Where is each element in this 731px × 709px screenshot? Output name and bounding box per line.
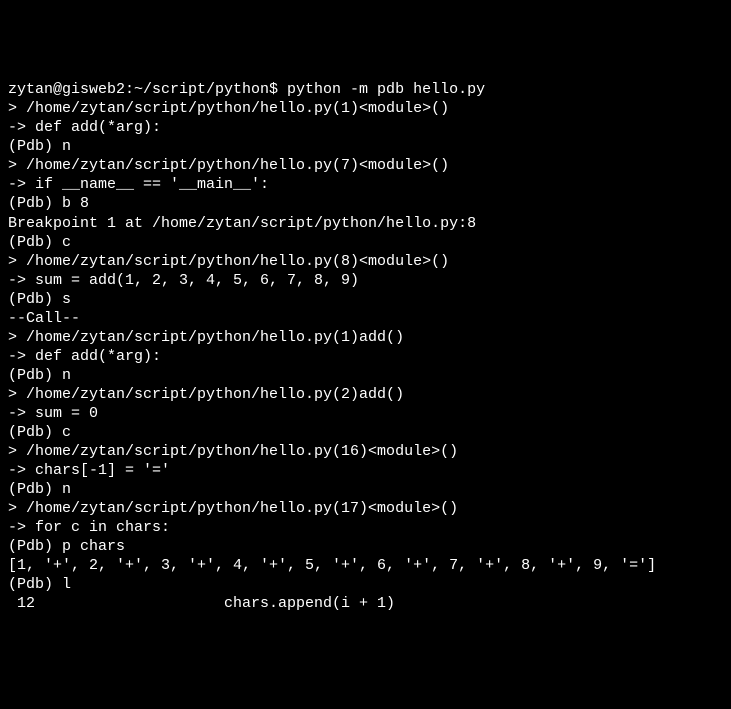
- terminal-output[interactable]: zytan@gisweb2:~/script/python$ python -m…: [8, 80, 723, 613]
- terminal-line: > /home/zytan/script/python/hello.py(17)…: [8, 499, 723, 518]
- terminal-line: > /home/zytan/script/python/hello.py(7)<…: [8, 156, 723, 175]
- terminal-line: [1, '+', 2, '+', 3, '+', 4, '+', 5, '+',…: [8, 556, 723, 575]
- terminal-line: -> def add(*arg):: [8, 347, 723, 366]
- terminal-line: (Pdb) c: [8, 233, 723, 252]
- terminal-line: -> for c in chars:: [8, 518, 723, 537]
- terminal-line: -> sum = add(1, 2, 3, 4, 5, 6, 7, 8, 9): [8, 271, 723, 290]
- terminal-line: -> if __name__ == '__main__':: [8, 175, 723, 194]
- terminal-line: > /home/zytan/script/python/hello.py(8)<…: [8, 252, 723, 271]
- terminal-line: Breakpoint 1 at /home/zytan/script/pytho…: [8, 214, 723, 233]
- terminal-line: (Pdb) b 8: [8, 194, 723, 213]
- terminal-line: (Pdb) c: [8, 423, 723, 442]
- terminal-line: (Pdb) l: [8, 575, 723, 594]
- terminal-line: (Pdb) n: [8, 480, 723, 499]
- terminal-line: > /home/zytan/script/python/hello.py(2)a…: [8, 385, 723, 404]
- terminal-line: --Call--: [8, 309, 723, 328]
- terminal-line: > /home/zytan/script/python/hello.py(1)a…: [8, 328, 723, 347]
- terminal-line: -> def add(*arg):: [8, 118, 723, 137]
- terminal-line: zytan@gisweb2:~/script/python$ python -m…: [8, 80, 723, 99]
- terminal-line: > /home/zytan/script/python/hello.py(16)…: [8, 442, 723, 461]
- terminal-line: -> chars[-1] = '=': [8, 461, 723, 480]
- terminal-line: (Pdb) p chars: [8, 537, 723, 556]
- terminal-line: (Pdb) s: [8, 290, 723, 309]
- terminal-line: (Pdb) n: [8, 137, 723, 156]
- terminal-line: -> sum = 0: [8, 404, 723, 423]
- terminal-line: 12 chars.append(i + 1): [8, 594, 723, 613]
- terminal-line: > /home/zytan/script/python/hello.py(1)<…: [8, 99, 723, 118]
- terminal-line: (Pdb) n: [8, 366, 723, 385]
